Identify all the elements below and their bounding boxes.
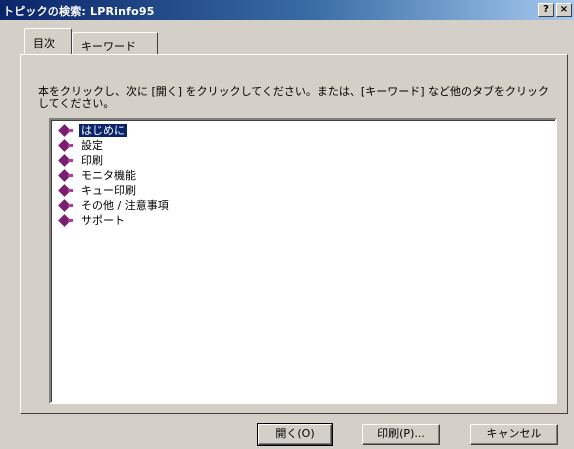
book-icon [59, 125, 73, 136]
topic-item-support[interactable]: サポート [59, 213, 555, 228]
tab-contents[interactable]: 目次 [24, 28, 72, 54]
book-icon [59, 185, 73, 196]
topic-label: 設定 [81, 139, 103, 152]
topic-label: モニタ機能 [81, 169, 136, 182]
print-button[interactable]: 印刷(P)... [362, 424, 440, 445]
topic-label: その他 / 注意事項 [81, 199, 169, 212]
topic-list[interactable]: はじめに 設定 印刷 モニタ機能 キュー印刷 その他 / 注意事項 サポート [49, 118, 557, 404]
book-icon [59, 200, 73, 211]
topic-label: 印刷 [81, 154, 103, 167]
topic-item-queue-print[interactable]: キュー印刷 [59, 183, 555, 198]
topic-item-introduction[interactable]: はじめに [59, 123, 555, 138]
help-button[interactable]: ? [538, 3, 554, 17]
close-button[interactable]: × [556, 3, 572, 17]
topic-item-other-notes[interactable]: その他 / 注意事項 [59, 198, 555, 213]
topic-label: はじめに [78, 123, 128, 138]
book-icon [59, 155, 73, 166]
topic-item-settings[interactable]: 設定 [59, 138, 555, 153]
book-icon [59, 215, 73, 226]
topic-item-printing[interactable]: 印刷 [59, 153, 555, 168]
cancel-button[interactable]: キャンセル [470, 424, 558, 445]
open-button[interactable]: 開く(O) [257, 423, 333, 446]
topic-item-monitor[interactable]: モニタ機能 [59, 168, 555, 183]
topic-label: サポート [81, 214, 125, 227]
instruction-text: 本をクリックし、次に [開く] をクリックしてください。または、[キーワード] … [38, 85, 549, 110]
book-icon [59, 170, 73, 181]
title-bar[interactable]: トピックの検索: LPRinfo95 ? × [0, 0, 574, 20]
window-title: トピックの検索: LPRinfo95 [3, 5, 155, 18]
topic-label: キュー印刷 [81, 184, 136, 197]
tab-keyword[interactable]: キーワード [72, 32, 158, 54]
book-icon [59, 140, 73, 151]
